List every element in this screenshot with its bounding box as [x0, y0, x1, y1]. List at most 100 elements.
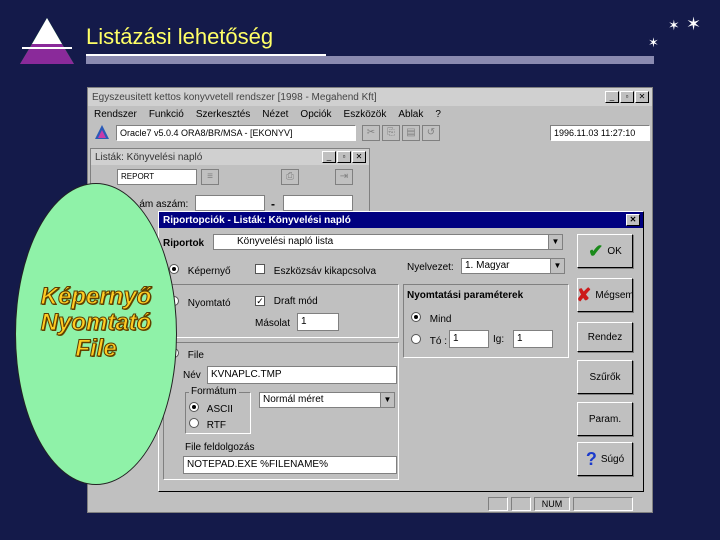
cancel-label: Mégsem	[595, 289, 634, 301]
minimize-button[interactable]: _	[605, 91, 619, 103]
kepernyo-radio[interactable]	[169, 264, 179, 274]
nyelvezet-select[interactable]: 1. Magyar ▼	[461, 258, 565, 274]
eszkoztar-checkbox[interactable]	[255, 264, 265, 274]
cancel-button[interactable]: ✘ Mégsem	[576, 278, 634, 312]
menu-nezet[interactable]: Nézet	[262, 109, 288, 120]
tool-cut-icon[interactable]: ✂	[362, 125, 380, 141]
report-picker-icon[interactable]: ≡	[201, 169, 219, 185]
app-titlebar: Egyszeusitett kettos konyvvetell rendsze…	[88, 88, 652, 106]
report-options-dialog: Riportopciók - Listák: Könyvelési napló …	[158, 211, 644, 492]
to-radio[interactable]	[411, 334, 421, 344]
rtf-option[interactable]: RTF	[189, 418, 226, 431]
list-maximize-button[interactable]: ▫	[337, 151, 351, 163]
account-from-field[interactable]	[195, 195, 265, 211]
riportok-select[interactable]: Könyvelési napló lista ▼	[213, 234, 563, 250]
star-icon: ✶	[648, 36, 659, 51]
formatum-label: Formátum	[189, 386, 239, 397]
close-button[interactable]: ✕	[635, 91, 649, 103]
question-icon: ?	[585, 448, 597, 469]
mind-label: Mind	[429, 314, 452, 325]
list-window-titlebar: Listák: Könyvelési napló _ ▫ ✕	[91, 149, 369, 165]
list-minimize-button[interactable]: _	[322, 151, 336, 163]
exit-icon[interactable]: ⇥	[335, 169, 353, 185]
help-button[interactable]: ? Súgó	[577, 442, 633, 476]
report-field[interactable]: REPORT	[117, 169, 197, 185]
masolat-field[interactable]: 1	[297, 313, 339, 331]
feldolgozas-field[interactable]: NOTEPAD.EXE %FILENAME%	[183, 456, 397, 474]
draft-label: Draft mód	[273, 296, 318, 307]
ok-button[interactable]: ✔ OK	[577, 234, 633, 268]
status-cell	[511, 497, 531, 511]
menu-ablak[interactable]: Ablak	[398, 109, 423, 120]
rtf-radio[interactable]	[189, 418, 199, 428]
to-option[interactable]: Tó :	[411, 334, 447, 347]
title-accent-line	[86, 54, 326, 56]
nyomtatasi-label: Nyomtatási paraméterek	[407, 290, 524, 301]
kepernyo-label: Képernyő	[187, 266, 231, 277]
nyomtato-label: Nyomtató	[187, 298, 231, 309]
dialog-close-button[interactable]: ✕	[626, 214, 640, 226]
draft-option[interactable]: ✓ Draft mód	[255, 296, 318, 307]
tool-copy-icon[interactable]: ⎘	[382, 125, 400, 141]
menu-opciok[interactable]: Opciók	[300, 109, 331, 120]
app-title: Egyszeusitett kettos konyvvetell rendsze…	[92, 91, 377, 103]
printer-group	[163, 284, 399, 338]
rendez-button[interactable]: Rendez	[577, 322, 633, 352]
kepernyo-option[interactable]: Képernyő	[169, 264, 231, 277]
tool-undo-icon[interactable]: ↺	[422, 125, 440, 141]
toolbar: Oracle7 v5.0.4 ORA8/BR/MSA - [EKONYV] ✂ …	[88, 122, 652, 144]
chevron-down-icon[interactable]: ▼	[550, 259, 564, 273]
riportok-value: Könyvelési napló lista	[237, 236, 334, 247]
ig-field[interactable]: 1	[513, 330, 553, 348]
account-to-field[interactable]	[283, 195, 353, 211]
file-label: File	[187, 350, 204, 361]
ig-label: Ig:	[493, 334, 505, 345]
callout-line-screen: Képernyő	[40, 283, 152, 310]
status-cell	[573, 497, 633, 511]
ascii-label: ASCII	[206, 404, 233, 415]
ascii-radio[interactable]	[189, 402, 199, 412]
meret-select[interactable]: Normál méret ▼	[259, 392, 395, 408]
meret-value: Normál méret	[263, 394, 324, 405]
ok-label: OK	[607, 245, 622, 257]
szuro-button[interactable]: Szűrők	[577, 360, 633, 394]
riportok-label: Riportok	[163, 238, 205, 249]
draft-checkbox[interactable]: ✓	[255, 296, 265, 306]
menu-szerkesztes[interactable]: Szerkesztés	[196, 109, 250, 120]
eszkoztar-label: Eszközsáv kikapcsolva	[273, 266, 377, 277]
callout-line-printer: Nyomtató	[40, 309, 152, 336]
chevron-down-icon[interactable]: ▼	[380, 393, 394, 407]
title-underline	[86, 56, 654, 64]
mind-option[interactable]: Mind	[411, 312, 451, 325]
maximize-button[interactable]: ▫	[620, 91, 634, 103]
menu-funkcio[interactable]: Funkció	[149, 109, 184, 120]
star-icon: ✶	[668, 18, 680, 34]
to-field[interactable]: 1	[449, 330, 489, 348]
menu-eszkozok[interactable]: Eszközök	[344, 109, 387, 120]
menu-help[interactable]: ?	[435, 109, 441, 120]
mind-radio[interactable]	[411, 312, 421, 322]
menu-rendszer[interactable]: Rendszer	[94, 109, 137, 120]
tool-paste-icon[interactable]: ▤	[402, 125, 420, 141]
star-icon: ✶	[686, 14, 702, 35]
print-icon[interactable]: ⎙	[281, 169, 299, 185]
ascii-option[interactable]: ASCII	[189, 402, 233, 415]
masolat-label: Másolat	[255, 318, 291, 329]
list-close-button[interactable]: ✕	[352, 151, 366, 163]
nyomtato-option[interactable]: Nyomtató	[169, 296, 231, 309]
checkmark-icon: ✔	[588, 240, 604, 261]
chevron-down-icon[interactable]: ▼	[548, 235, 562, 249]
help-label: Súgó	[600, 453, 625, 465]
rtf-label: RTF	[206, 420, 227, 431]
nev-field[interactable]: KVNAPLC.TMP	[207, 366, 397, 384]
clock-field: 1996.11.03 11:27:10	[550, 125, 650, 141]
nyelvezet-value: 1. Magyar	[465, 260, 510, 271]
eszkoztar-option[interactable]: Eszközsáv kikapcsolva	[255, 264, 376, 277]
status-num: NUM	[534, 497, 570, 511]
param-button[interactable]: Param.	[577, 402, 633, 436]
callout-line-file: File	[75, 335, 117, 362]
dialog-title: Riportopciók - Listák: Könyvelési napló	[163, 214, 351, 226]
status-bar: NUM	[488, 497, 652, 511]
nyelvezet-label: Nyelvezet:	[407, 262, 454, 273]
feldolgozas-label: File feldolgozás	[185, 442, 255, 453]
